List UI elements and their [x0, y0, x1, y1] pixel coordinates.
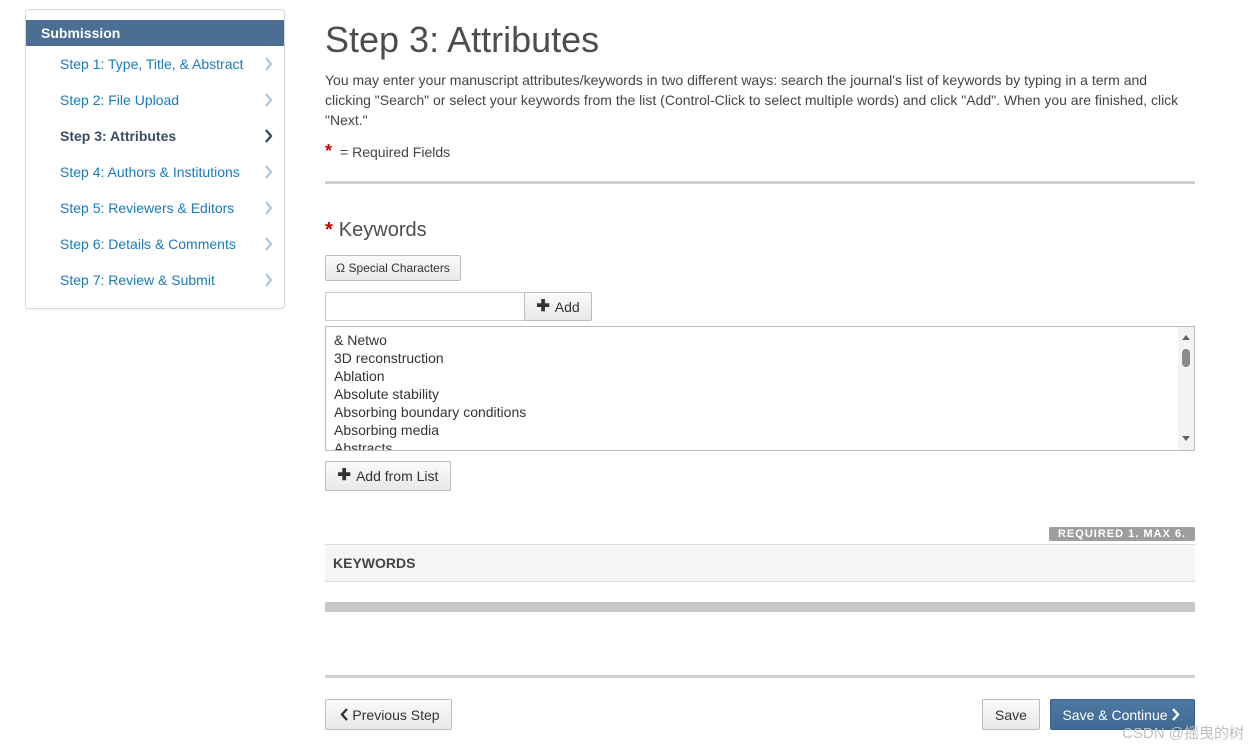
- keyword-listbox[interactable]: & Netwo 3D reconstruction Ablation Absol…: [325, 326, 1195, 451]
- keywords-heading: * Keywords: [325, 217, 427, 243]
- sidebar-item-label: Step 4: Authors & Institutions: [60, 164, 240, 180]
- required-note-text: = Required Fields: [340, 144, 451, 160]
- add-button-label: Add: [554, 298, 580, 315]
- step-list: Step 1: Type, Title, & Abstract Step 2: …: [26, 46, 284, 298]
- chevron-right-icon: [262, 262, 274, 298]
- sidebar-item-label: Step 5: Reviewers & Editors: [60, 200, 235, 216]
- section-divider: [325, 181, 1195, 184]
- instructions-text: You may enter your manuscript attributes…: [325, 72, 1179, 128]
- required-asterisk: *: [325, 219, 333, 241]
- watermark-text: CSDN @摇曳的树: [1122, 725, 1244, 742]
- chevron-right-icon: [262, 118, 274, 154]
- keywords-title: Keywords: [338, 219, 427, 241]
- submission-sidebar: Submission Step 1: Type, Title, & Abstra…: [25, 9, 285, 309]
- add-from-list-label: Add from List: [355, 468, 439, 484]
- special-characters-button[interactable]: Ω Special Characters: [325, 255, 461, 281]
- keyword-limit-badge: REQUIRED 1. MAX 6.: [1049, 527, 1195, 541]
- chevron-right-icon: [262, 154, 274, 190]
- chevron-left-icon: [340, 708, 349, 721]
- plus-icon: ✚: [337, 467, 351, 484]
- chevron-right-icon: [262, 226, 274, 262]
- list-item[interactable]: Absorbing boundary conditions: [326, 403, 1194, 421]
- save-continue-label: Save & Continue: [1062, 706, 1168, 723]
- list-scrollbar[interactable]: [1178, 327, 1194, 450]
- sidebar-item-step-4[interactable]: Step 4: Authors & Institutions: [26, 154, 284, 190]
- sidebar-item-step-6[interactable]: Step 6: Details & Comments: [26, 226, 284, 262]
- keyword-input[interactable]: [325, 292, 525, 321]
- previous-step-button[interactable]: Previous Step: [325, 699, 452, 730]
- sidebar-header: Submission: [26, 20, 284, 46]
- list-item[interactable]: Ablation: [326, 367, 1194, 385]
- list-item[interactable]: Absolute stability: [326, 385, 1194, 403]
- keywords-table-header: KEYWORDS: [325, 544, 1195, 582]
- chevron-right-icon: [262, 190, 274, 226]
- scroll-up-icon[interactable]: [1181, 333, 1191, 343]
- scroll-down-icon[interactable]: [1181, 433, 1191, 443]
- previous-step-label: Previous Step: [352, 706, 440, 723]
- sidebar-item-step-1[interactable]: Step 1: Type, Title, & Abstract: [26, 46, 284, 82]
- scroll-thumb[interactable]: [1182, 349, 1190, 367]
- chevron-right-icon: [1171, 708, 1180, 721]
- sidebar-item-label: Step 6: Details & Comments: [60, 236, 236, 252]
- list-item[interactable]: Abstracts: [326, 439, 1194, 450]
- page-title: Step 3: Attributes: [325, 19, 600, 60]
- sidebar-item-label: Step 7: Review & Submit: [60, 272, 215, 288]
- add-from-list-button[interactable]: ✚ Add from List: [325, 461, 451, 491]
- plus-icon: ✚: [536, 297, 550, 315]
- sidebar-item-step-3[interactable]: Step 3: Attributes: [26, 118, 284, 154]
- sidebar-item-label: Step 3: Attributes: [60, 128, 177, 144]
- chevron-right-icon: [262, 46, 274, 82]
- sidebar-item-step-2[interactable]: Step 2: File Upload: [26, 82, 284, 118]
- add-keyword-button[interactable]: ✚ Add: [524, 292, 592, 321]
- chevron-right-icon: [262, 82, 274, 118]
- sidebar-item-step-5[interactable]: Step 5: Reviewers & Editors: [26, 190, 284, 226]
- save-button[interactable]: Save: [982, 699, 1040, 730]
- list-item[interactable]: 3D reconstruction: [326, 349, 1194, 367]
- footer-divider: [325, 675, 1195, 678]
- keywords-table-empty-bar: [325, 602, 1195, 612]
- required-fields-note: * = Required Fields: [325, 141, 450, 162]
- required-asterisk: *: [325, 141, 333, 161]
- sidebar-item-label: Step 2: File Upload: [60, 92, 180, 108]
- list-item[interactable]: Absorbing media: [326, 421, 1194, 439]
- sidebar-item-label: Step 1: Type, Title, & Abstract: [60, 56, 244, 72]
- sidebar-item-step-7[interactable]: Step 7: Review & Submit: [26, 262, 284, 298]
- list-item[interactable]: & Netwo: [326, 331, 1194, 349]
